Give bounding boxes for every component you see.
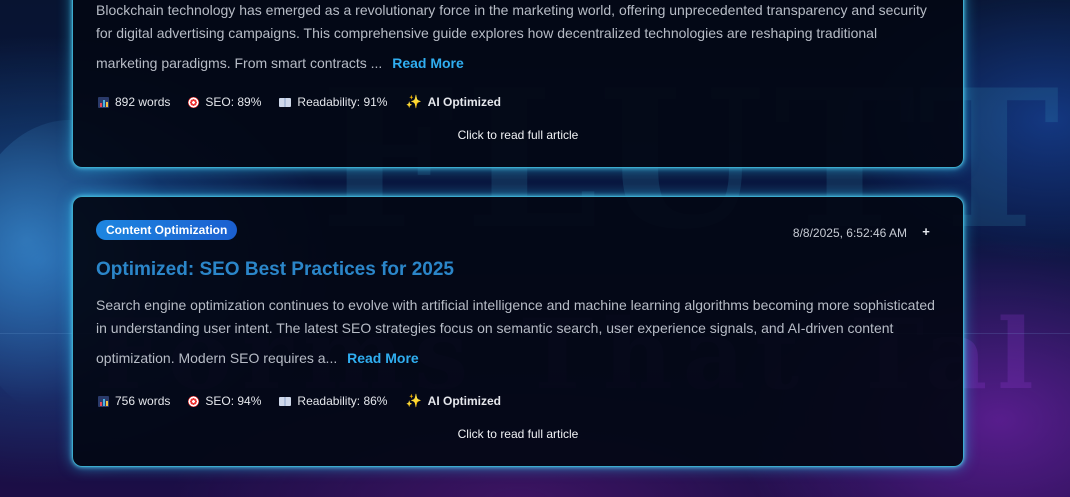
excerpt-line: in understanding user intent. The latest… [96,320,894,336]
sparkle-icon: ✨ [405,393,422,408]
word-count: 756 words [98,394,170,408]
sparkle-icon: ✨ [405,94,422,109]
target-icon [188,96,200,108]
book-icon [279,396,292,406]
read-more-link[interactable]: Read More [347,350,419,366]
bar-chart-icon [98,96,109,108]
article-stats: 756 words SEO: 94% Readability: 86% ✨ AI… [98,393,501,409]
readability-score: Readability: 86% [279,394,387,408]
ai-optimized-badge: ✨ AI Optimized [405,393,501,409]
book-icon [279,97,292,107]
target-icon [188,395,200,407]
word-count-text: 892 words [115,95,171,109]
excerpt-line: marketing paradigms. From smart contract… [96,52,946,75]
excerpt-line: optimization. Modern SEO requires a... R… [96,347,946,370]
read-more-link[interactable]: Read More [392,55,464,71]
read-full-article-cta[interactable]: Click to read full article [73,128,963,142]
seo-score: SEO: 89% [188,95,261,109]
excerpt-line: Search engine optimization continues to … [96,297,935,313]
word-count-text: 756 words [115,394,171,408]
seo-score: SEO: 94% [188,394,261,408]
ai-optimized-text: AI Optimized [427,394,501,408]
article-date: 8/8/2025, 6:52:46 AM [792,226,907,240]
article-excerpt: Search engine optimization continues to … [96,294,946,370]
article-title[interactable]: Optimized: SEO Best Practices for 2025 [96,259,454,281]
readability-text: Readability: 91% [297,95,388,109]
read-full-article-cta[interactable]: Click to read full article [73,427,963,441]
ai-optimized-badge: ✨ AI Optimized [405,94,501,110]
readability-score: Readability: 91% [279,95,387,109]
bar-chart-icon [98,395,109,407]
seo-score-text: SEO: 89% [205,95,262,109]
add-button[interactable]: + [919,223,933,241]
article-card[interactable]: Blockchain technology has emerged as a r… [72,0,964,168]
article-card[interactable]: Content Optimization 8/8/2025, 6:52:46 A… [72,196,964,467]
seo-score-text: SEO: 94% [205,394,262,408]
article-stats: 892 words SEO: 89% Readability: 91% ✨ AI… [98,94,501,110]
excerpt-text: optimization. Modern SEO requires a... [96,350,338,366]
excerpt-line: Blockchain technology has emerged as a r… [96,2,927,18]
readability-text: Readability: 86% [297,394,388,408]
word-count: 892 words [98,95,170,109]
ai-optimized-text: AI Optimized [427,95,501,109]
category-badge: Content Optimization [96,220,238,240]
excerpt-line: for digital advertising campaigns. This … [96,25,878,41]
excerpt-text: marketing paradigms. From smart contract… [96,55,383,71]
article-excerpt: Blockchain technology has emerged as a r… [96,0,946,75]
